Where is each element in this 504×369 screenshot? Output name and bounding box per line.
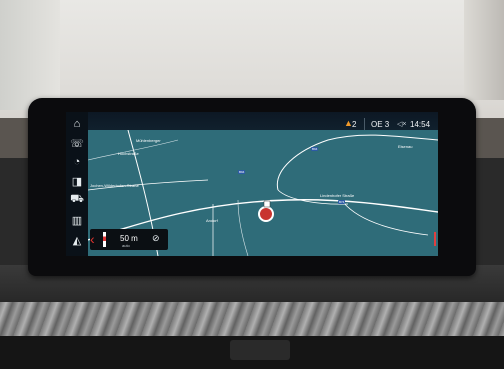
- zoom-indicator: [103, 232, 106, 247]
- map-label: Eisenau: [398, 144, 413, 149]
- road-badge: B74: [338, 200, 346, 204]
- poi-icon: [263, 200, 271, 208]
- home-icon[interactable]: ⌂: [69, 116, 85, 132]
- map-label: Mühlenberger: [136, 138, 161, 143]
- map-label: Jochen-Wilderhofen-Straße: [90, 183, 139, 188]
- background-right: [464, 0, 504, 100]
- communication-icon[interactable]: ▥: [69, 212, 85, 228]
- back-chevron-icon[interactable]: ‹: [90, 231, 98, 248]
- road-badge: B94: [311, 147, 319, 151]
- car-icon[interactable]: ⛟: [69, 192, 85, 208]
- background-left: [0, 0, 60, 110]
- signal-muted-icon: ◁×: [397, 121, 407, 128]
- warning-count: 2: [352, 120, 357, 129]
- media-icon[interactable]: ◨: [69, 173, 85, 189]
- phone-icon[interactable]: ☏: [69, 135, 85, 151]
- map-label: Lindenhofer Straße: [320, 193, 355, 198]
- road-badge: B94: [238, 170, 246, 174]
- compass-icon[interactable]: ⊘: [152, 233, 160, 244]
- map-label: Andorf: [206, 218, 218, 223]
- vehicle-position-icon: [258, 206, 274, 222]
- scale-mode: auto: [122, 243, 130, 248]
- radio-station[interactable]: OE 3: [371, 120, 389, 129]
- map-label: Hochstraße: [118, 151, 139, 156]
- climate-icon[interactable]: ◔: [69, 154, 85, 170]
- scale-distance: 50 m: [120, 234, 138, 243]
- clock: 14:54: [410, 120, 431, 129]
- navigation-icon[interactable]: ◭: [69, 232, 85, 248]
- menu-rail: ⌂ ☏ ◔ ◨ ⛟ ▥ ◭: [66, 112, 88, 256]
- dashboard-trim: [0, 302, 504, 336]
- status-divider: [364, 118, 365, 130]
- map-scrollbar[interactable]: [434, 232, 436, 246]
- air-vent: [230, 340, 290, 360]
